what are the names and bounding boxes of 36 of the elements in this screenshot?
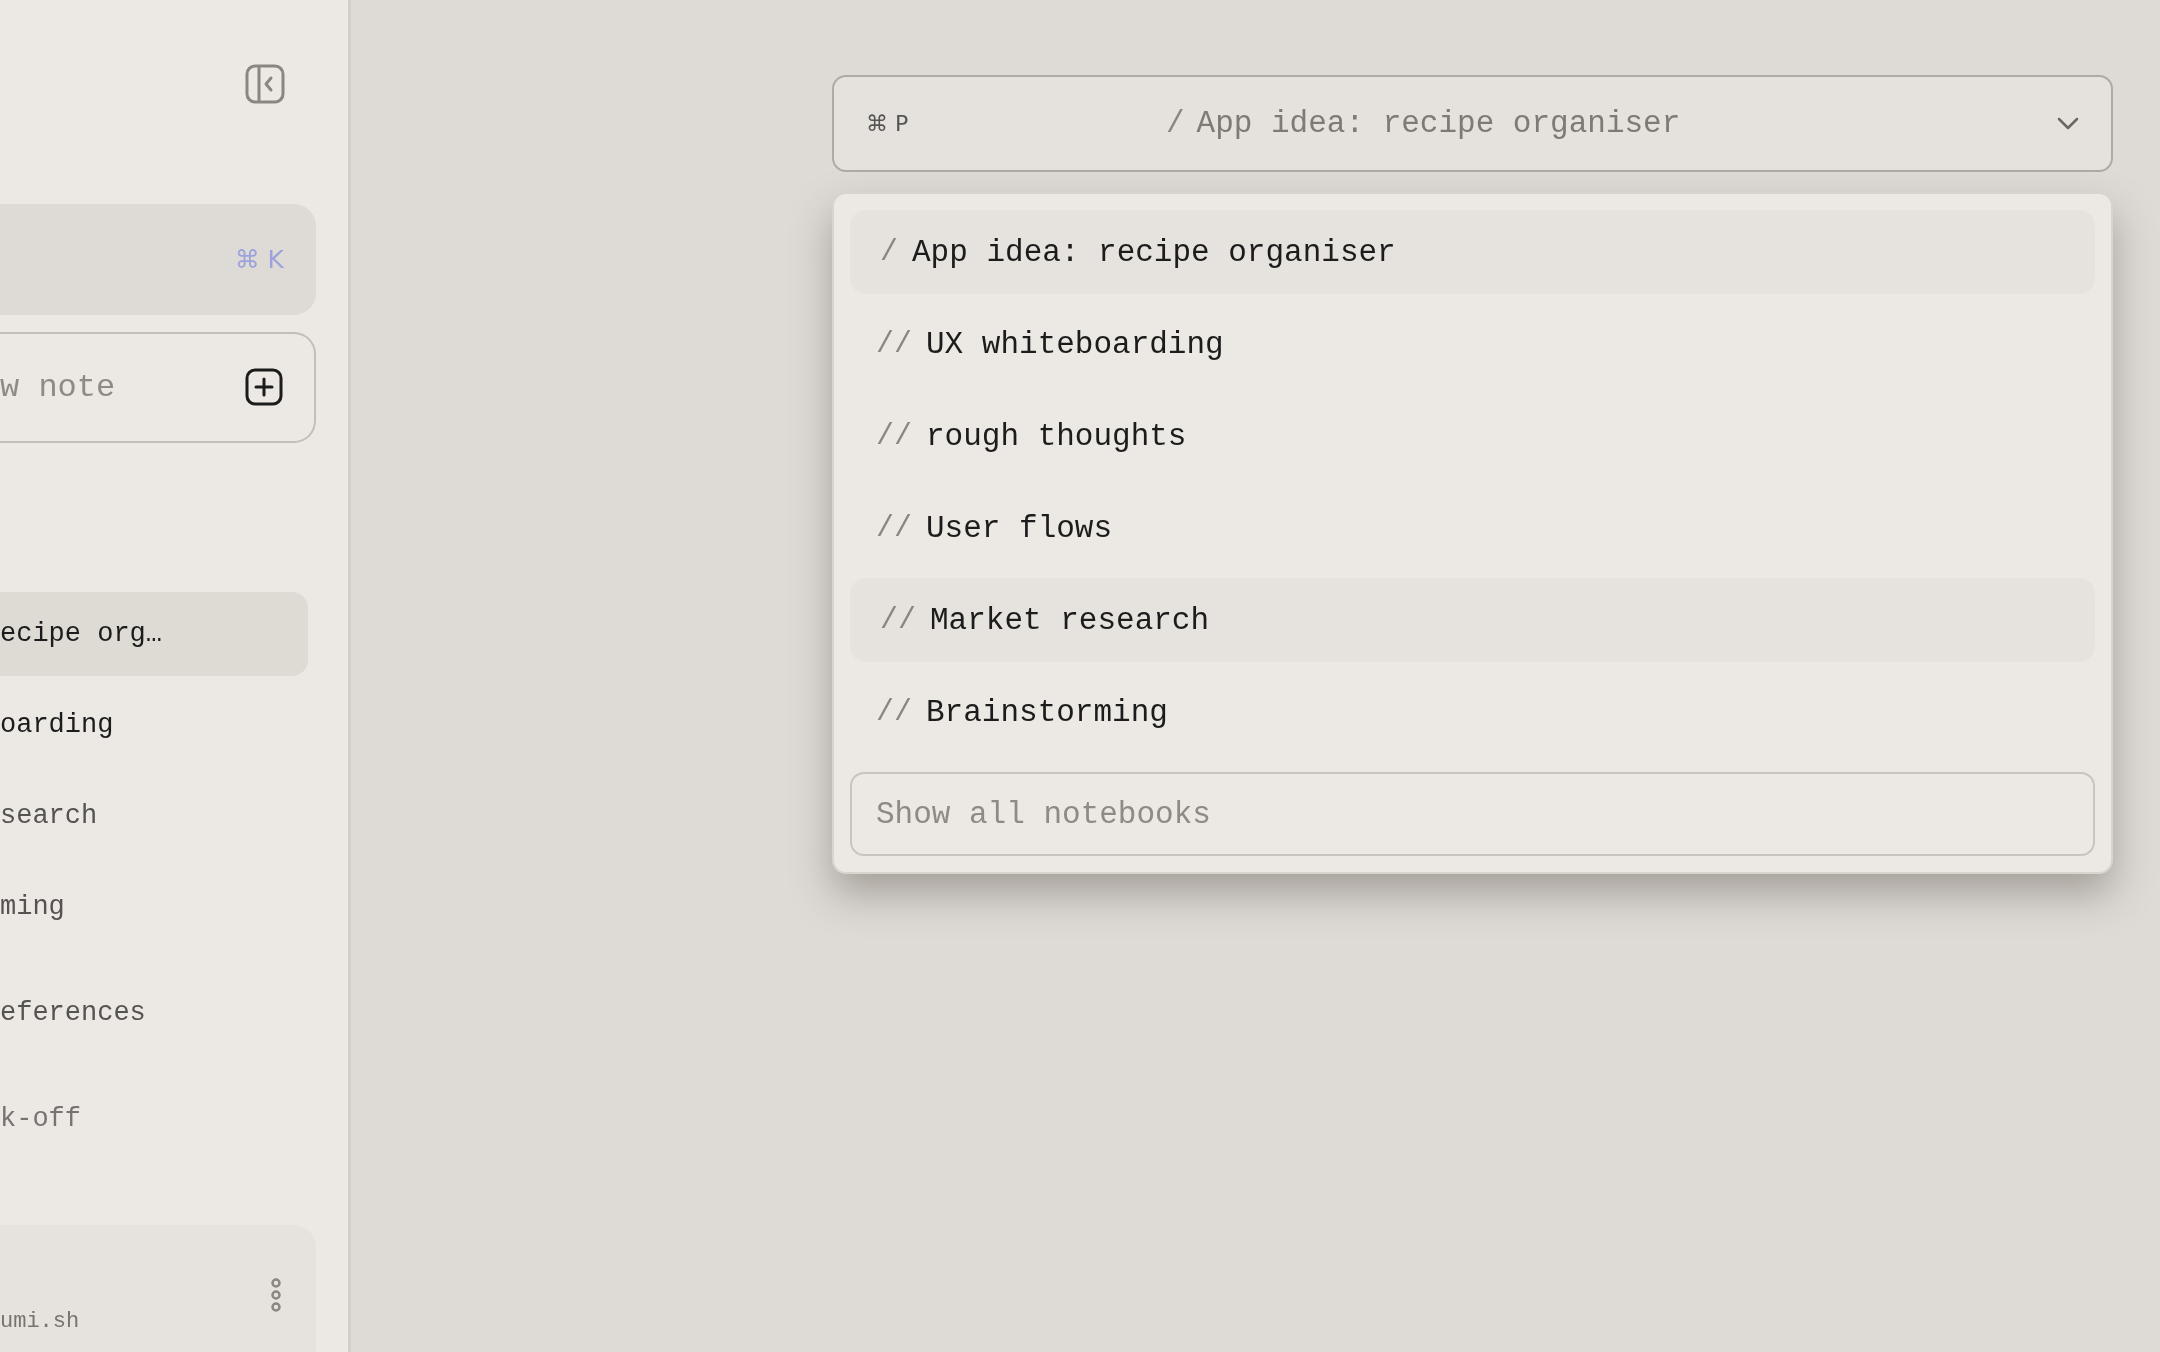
notebook-name: Market research: [930, 602, 1210, 638]
path-prefix: /: [1166, 106, 1185, 141]
path-prefix: /: [880, 235, 898, 269]
chevron-down-icon[interactable]: [2057, 117, 2079, 130]
path-prefix: //: [876, 327, 912, 361]
account-domain: umi.sh: [0, 1309, 80, 1334]
current-notebook: App idea: recipe organiser: [1196, 106, 1681, 141]
path-prefix: //: [880, 603, 916, 637]
show-all-field[interactable]: Show all notebooks: [850, 772, 2095, 856]
note-item[interactable]: oarding: [0, 683, 308, 767]
more-options-icon[interactable]: [269, 1277, 283, 1312]
notebook-option[interactable]: // User flows: [850, 486, 2095, 570]
new-note-field[interactable]: w note: [0, 332, 316, 443]
notebook-option[interactable]: // Brainstorming: [850, 670, 2095, 754]
note-item[interactable]: eferences: [0, 971, 308, 1055]
note-item[interactable]: k-off: [0, 1077, 308, 1161]
path-prefix: //: [876, 419, 912, 453]
notebook-picker[interactable]: ⌘ P / App idea: recipe organiser: [832, 75, 2113, 172]
notebook-option[interactable]: / App idea: recipe organiser: [850, 210, 2095, 294]
note-item[interactable]: ming: [0, 865, 308, 949]
note-item[interactable]: search: [0, 774, 308, 858]
add-note-icon[interactable]: [245, 368, 283, 406]
shortcut-hint: ⌘ K: [234, 245, 284, 274]
collapse-sidebar-icon[interactable]: [245, 64, 285, 104]
path-prefix: //: [876, 695, 912, 729]
notebook-name: Brainstorming: [926, 694, 1168, 730]
notebook-option[interactable]: // rough thoughts: [850, 394, 2095, 478]
notebook-name: User flows: [926, 510, 1113, 546]
notebook-name: App idea: recipe organiser: [912, 234, 1396, 270]
notebook-option[interactable]: // Market research: [850, 578, 2095, 662]
notebook-name: rough thoughts: [926, 418, 1187, 454]
note-item[interactable]: ecipe org…: [0, 592, 308, 676]
shortcut-hint: ⌘ P: [866, 111, 910, 136]
path-prefix: //: [876, 511, 912, 545]
notebook-option[interactable]: // UX whiteboarding: [850, 302, 2095, 386]
notebook-name: UX whiteboarding: [926, 326, 1224, 362]
